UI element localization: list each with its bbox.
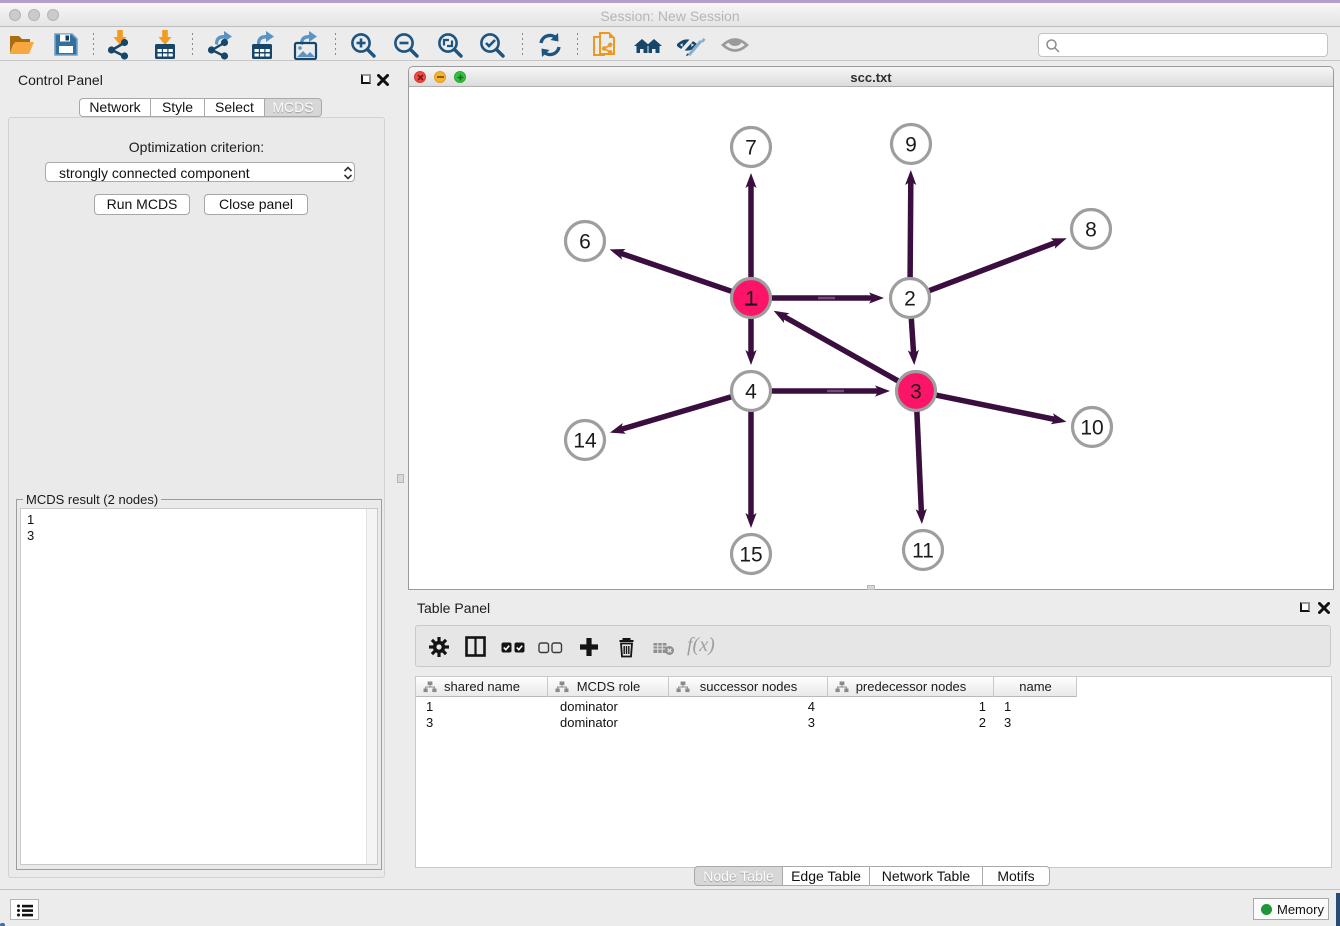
svg-text:14: 14 [573, 430, 597, 453]
svg-text:6: 6 [579, 231, 591, 254]
svg-text:2: 2 [904, 288, 916, 311]
svg-text:15: 15 [739, 544, 762, 567]
svg-text:10: 10 [1080, 417, 1103, 440]
svg-text:8: 8 [1085, 219, 1097, 242]
svg-text:3: 3 [910, 381, 922, 404]
svg-text:11: 11 [912, 540, 934, 563]
svg-text:9: 9 [905, 134, 917, 157]
svg-text:7: 7 [745, 137, 757, 160]
svg-text:4: 4 [745, 381, 757, 404]
svg-text:1: 1 [745, 288, 757, 311]
